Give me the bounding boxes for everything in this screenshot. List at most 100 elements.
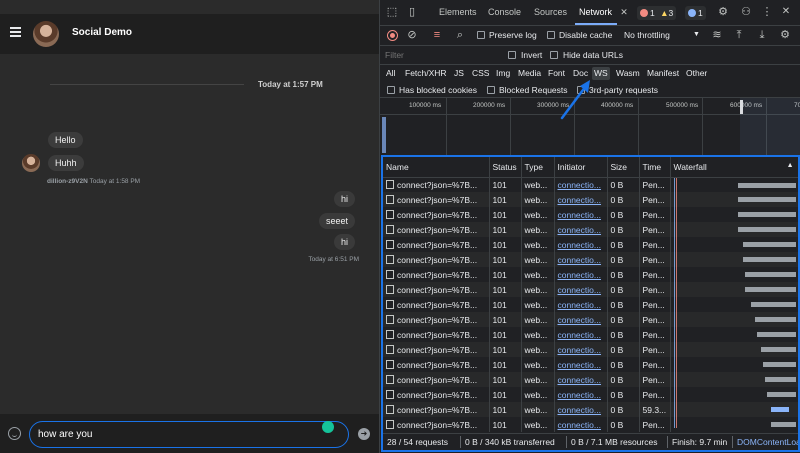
emoji-icon[interactable]	[8, 427, 21, 440]
column-header-size[interactable]: Size	[607, 157, 640, 178]
cell-initiator[interactable]: connectio...	[554, 297, 608, 312]
table-row[interactable]: connect?json=%7B... 101 web... connectio...…	[383, 237, 798, 252]
cell-initiator[interactable]: connectio...	[554, 327, 608, 342]
table-row[interactable]: connect?json=%7B... 101 web... connectio...…	[383, 177, 798, 192]
type-img[interactable]: Img	[494, 67, 512, 80]
table-row[interactable]: connect?json=%7B... 101 web... connectio...…	[383, 357, 798, 372]
cell-initiator[interactable]: connectio...	[554, 357, 608, 372]
cell-initiator[interactable]: connectio...	[554, 207, 608, 222]
type-other[interactable]: Other	[684, 67, 709, 80]
blocked-cookies-checkbox[interactable]	[387, 86, 395, 94]
cell-text: 101	[492, 404, 507, 415]
type-all[interactable]: All	[384, 67, 397, 80]
filter-icon[interactable]: ≡	[431, 29, 443, 41]
network-conditions-icon[interactable]: ≋	[711, 29, 723, 41]
cell-initiator[interactable]: connectio...	[554, 237, 608, 252]
column-header-status[interactable]: Status	[489, 157, 522, 178]
cell-initiator[interactable]: connectio...	[554, 252, 608, 267]
column-header-waterfall[interactable]: Waterfall ▲	[670, 157, 798, 178]
type-manifest[interactable]: Manifest	[645, 67, 681, 80]
cell-text: 0 B	[610, 299, 624, 310]
third-party-label: 3rd-party requests	[589, 85, 658, 95]
cell-initiator[interactable]: connectio...	[554, 192, 608, 207]
issues-badge[interactable]: 1	[685, 6, 706, 20]
hide-data-urls-checkbox[interactable]	[550, 51, 558, 59]
type-wasm[interactable]: Wasm	[614, 67, 642, 80]
message-input[interactable]	[29, 421, 349, 448]
table-row[interactable]: connect?json=%7B... 101 web... connectio...…	[383, 372, 798, 387]
cell-text: Pen...	[642, 239, 665, 250]
tab-sources[interactable]: Sources	[534, 7, 567, 17]
tab-elements[interactable]: Elements	[439, 7, 477, 17]
send-button[interactable]: ➜	[358, 428, 370, 440]
throttling-select[interactable]: No throttling	[624, 30, 670, 40]
preserve-log-label: Preserve log	[489, 30, 537, 40]
cell-initiator[interactable]: connectio...	[554, 387, 608, 402]
network-settings-icon[interactable]: ⚙	[779, 29, 791, 41]
cell-text: web...	[524, 254, 548, 265]
cell-initiator[interactable]: connectio...	[554, 312, 608, 327]
avatar[interactable]	[33, 21, 59, 47]
chevron-down-icon[interactable]: ▼	[693, 31, 700, 38]
table-row[interactable]: connect?json=%7B... 101 web... connectio...…	[383, 252, 798, 267]
table-row[interactable]: connect?json=%7B... 101 web... connectio...…	[383, 417, 798, 432]
error-warning-badge[interactable]: 1 ▲3	[637, 6, 677, 20]
cell-initiator[interactable]: connectio...	[554, 417, 608, 432]
tab-network[interactable]: Network	[579, 7, 612, 17]
table-row[interactable]: connect?json=%7B... 101 web... connectio...…	[383, 207, 798, 222]
cell-status: 101	[489, 282, 522, 297]
cell-size: 0 B	[607, 387, 640, 402]
cell-initiator[interactable]: connectio...	[554, 282, 608, 297]
search-icon[interactable]: ⌕	[454, 29, 466, 41]
device-toolbar-icon[interactable]: ▯	[406, 6, 418, 18]
cell-initiator[interactable]: connectio...	[554, 402, 608, 417]
type-media[interactable]: Media	[516, 67, 543, 80]
filter-input[interactable]	[382, 48, 500, 62]
column-header-name[interactable]: Name	[383, 157, 490, 178]
tab-console[interactable]: Console	[488, 7, 521, 17]
close-devtools-icon[interactable]: ✕	[780, 6, 792, 18]
blocked-requests-checkbox[interactable]	[487, 86, 495, 94]
overview-selection[interactable]	[740, 98, 800, 155]
cell-initiator[interactable]: connectio...	[554, 342, 608, 357]
clear-icon[interactable]: ⊘	[406, 29, 418, 41]
cell-initiator[interactable]: connectio...	[554, 177, 608, 192]
type-css[interactable]: CSS	[470, 67, 491, 80]
table-row[interactable]: connect?json=%7B... 101 web... connectio...…	[383, 297, 798, 312]
table-row[interactable]: connect?json=%7B... 101 web... connectio...…	[383, 402, 798, 417]
disable-cache-checkbox[interactable]	[547, 31, 555, 39]
type-js[interactable]: JS	[452, 67, 466, 80]
customize-icon[interactable]: ⚇	[740, 6, 752, 18]
table-row[interactable]: connect?json=%7B... 101 web... connectio...…	[383, 222, 798, 237]
close-icon[interactable]: ✕	[618, 6, 630, 18]
cell-text: 101	[492, 389, 507, 400]
export-icon[interactable]: ⤓	[756, 29, 768, 41]
menu-icon[interactable]	[10, 27, 21, 37]
cell-initiator[interactable]: connectio...	[554, 222, 608, 237]
table-row[interactable]: connect?json=%7B... 101 web... connectio...…	[383, 282, 798, 297]
record-button[interactable]	[387, 30, 398, 41]
type-fetch-xhr[interactable]: Fetch/XHR	[403, 67, 449, 80]
more-options-icon[interactable]: ⋮	[761, 6, 773, 18]
column-header-type[interactable]: Type	[521, 157, 555, 178]
column-header-initiator[interactable]: Initiator	[554, 157, 608, 178]
table-row[interactable]: connect?json=%7B... 101 web... connectio...…	[383, 267, 798, 282]
invert-checkbox[interactable]	[508, 51, 516, 59]
table-row[interactable]: connect?json=%7B... 101 web... connectio...…	[383, 312, 798, 327]
table-row[interactable]: connect?json=%7B... 101 web... connectio...…	[383, 192, 798, 207]
settings-gear-icon[interactable]: ⚙	[717, 6, 729, 18]
cell-initiator[interactable]: connectio...	[554, 267, 608, 282]
devtools-panel: ⬚ ▯ Elements Console Sources Network ✕ 1…	[379, 0, 800, 453]
inspect-icon[interactable]: ⬚	[386, 6, 398, 18]
table-row[interactable]: connect?json=%7B... 101 web... connectio...…	[383, 387, 798, 402]
table-row[interactable]: connect?json=%7B... 101 web... connectio...…	[383, 327, 798, 342]
avatar[interactable]	[22, 154, 40, 172]
grammarly-icon[interactable]	[322, 421, 334, 433]
cell-text: connectio...	[557, 269, 601, 280]
preserve-log-checkbox[interactable]	[477, 31, 485, 39]
cell-initiator[interactable]: connectio...	[554, 372, 608, 387]
table-row[interactable]: connect?json=%7B... 101 web... connectio...…	[383, 342, 798, 357]
import-icon[interactable]: ⤒	[733, 29, 745, 41]
column-header-time[interactable]: Time	[639, 157, 671, 178]
overview-handle[interactable]	[740, 100, 743, 114]
